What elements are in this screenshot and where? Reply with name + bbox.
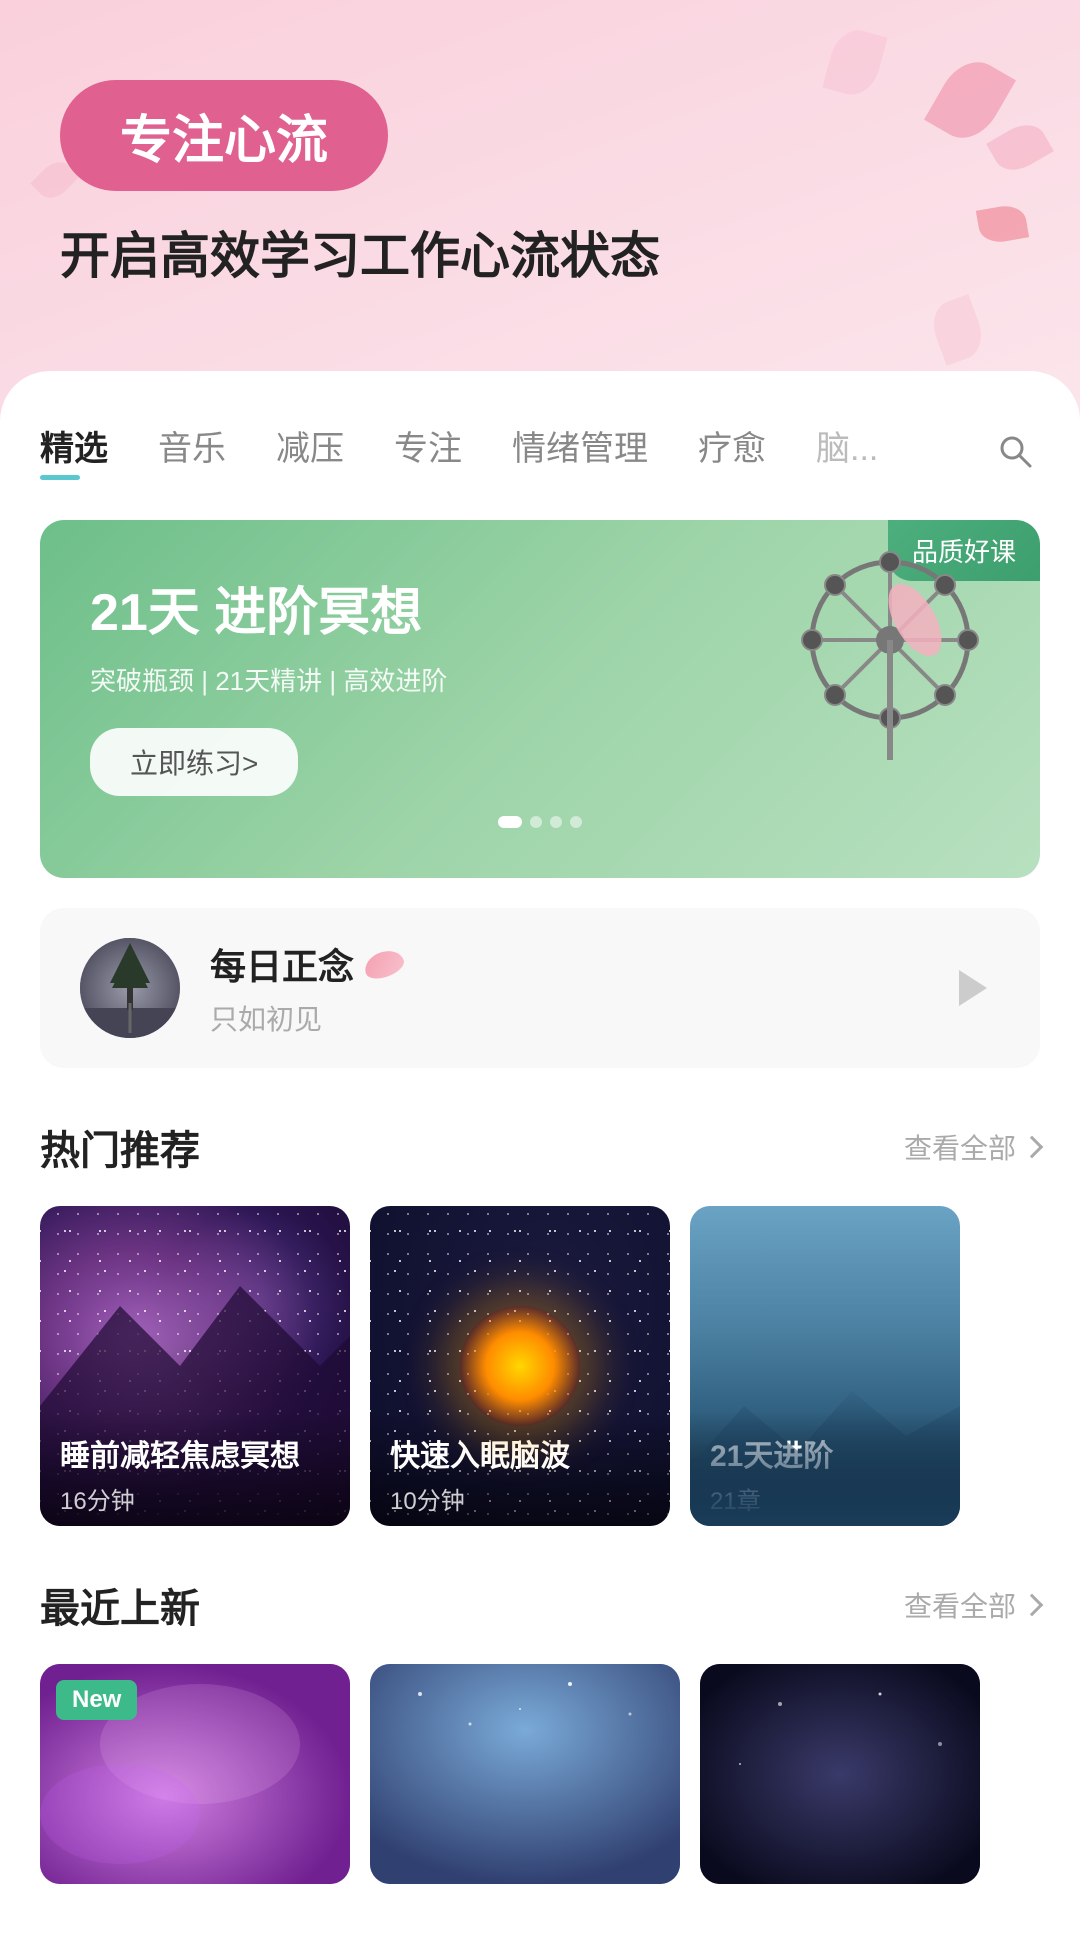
tab-music[interactable]: 音乐 xyxy=(158,421,226,480)
banner-dot-4[interactable] xyxy=(570,816,582,828)
daily-subtitle: 只如初见 xyxy=(210,998,910,1038)
hot-section-title: 热门推荐 xyxy=(40,1118,200,1176)
card-image-3: 21天进阶 21章 xyxy=(690,1206,960,1526)
tab-bar: 精选 音乐 减压 专注 情绪管理 疗愈 脑... xyxy=(40,421,1040,480)
hero-section: 专注心流 开启高效学习工作心流状态 xyxy=(0,0,1080,331)
card-label-1: 睡前减轻焦虑冥想 16分钟 xyxy=(40,1411,350,1526)
card-image-2: 快速入眠脑波 10分钟 xyxy=(370,1206,670,1526)
hot-cards-row: 睡前减轻焦虑冥想 16分钟 快速入眠脑波 10分钟 21天进阶 21章 xyxy=(40,1206,1040,1526)
tab-focus[interactable]: 专注 xyxy=(394,421,462,480)
tab-emotion[interactable]: 情绪管理 xyxy=(512,421,648,480)
banner-tags: 突破瓶颈 | 21天精讲 | 高效进阶 xyxy=(90,661,990,698)
daily-mindful-card: 每日正念 只如初见 xyxy=(40,908,1040,1068)
new-cards-row: New xyxy=(40,1664,1040,1884)
card-meta-3: 21章 xyxy=(710,1481,940,1516)
card-label-3: 21天进阶 21章 xyxy=(690,1411,960,1526)
new-section-more[interactable]: 查看全部 xyxy=(904,1585,1040,1625)
search-button[interactable] xyxy=(990,426,1040,476)
daily-avatar-image xyxy=(80,938,180,1038)
main-card: 精选 音乐 减压 专注 情绪管理 疗愈 脑... 品质好课 21天 进阶冥想 xyxy=(0,371,1080,1934)
hot-card-3[interactable]: 21天进阶 21章 xyxy=(690,1206,960,1526)
banner-dot-2[interactable] xyxy=(530,816,542,828)
tab-healing[interactable]: 疗愈 xyxy=(698,421,766,480)
hot-card-2[interactable]: 快速入眠脑波 10分钟 xyxy=(370,1206,670,1526)
banner-button[interactable]: 立即练习> xyxy=(90,728,298,796)
card-name-1: 睡前减轻焦虑冥想 xyxy=(60,1431,330,1475)
new-badge-1: New xyxy=(56,1680,137,1720)
petal-decoration xyxy=(361,945,407,982)
banner-dot-1[interactable] xyxy=(498,816,522,828)
new-card-3[interactable] xyxy=(700,1664,980,1884)
card-meta-1: 16分钟 xyxy=(60,1481,330,1516)
chevron-right-icon-2 xyxy=(1021,1594,1044,1617)
card-meta-2: 10分钟 xyxy=(390,1481,650,1516)
new-section-title: 最近上新 xyxy=(40,1576,200,1634)
banner-dots xyxy=(90,816,990,828)
chevron-right-icon xyxy=(1021,1136,1044,1159)
new-card-1[interactable]: New xyxy=(40,1664,350,1884)
hero-subtitle: 开启高效学习工作心流状态 xyxy=(60,221,1020,291)
banner-title: 21天 进阶冥想 xyxy=(90,570,990,645)
card-name-3: 21天进阶 xyxy=(710,1431,940,1475)
hero-badge: 专注心流 xyxy=(60,80,388,191)
daily-title: 每日正念 xyxy=(210,938,910,990)
new-section-header: 最近上新 查看全部 xyxy=(40,1576,1040,1634)
daily-info: 每日正念 只如初见 xyxy=(210,938,910,1038)
card-image-1: 睡前减轻焦虑冥想 16分钟 xyxy=(40,1206,350,1526)
banner-dot-3[interactable] xyxy=(550,816,562,828)
banner: 品质好课 21天 进阶冥想 突破瓶颈 | 21天精讲 | 高效进阶 立即练习> xyxy=(40,520,1040,878)
hot-section-header: 热门推荐 查看全部 xyxy=(40,1118,1040,1176)
play-icon xyxy=(959,970,987,1006)
daily-avatar xyxy=(80,938,180,1038)
new-card-2[interactable] xyxy=(370,1664,680,1884)
tab-destress[interactable]: 减压 xyxy=(276,421,344,480)
play-button[interactable] xyxy=(940,958,1000,1018)
hot-section-more[interactable]: 查看全部 xyxy=(904,1127,1040,1167)
card-label-2: 快速入眠脑波 10分钟 xyxy=(370,1411,670,1526)
tab-featured[interactable]: 精选 xyxy=(40,421,108,480)
hot-card-1[interactable]: 睡前减轻焦虑冥想 16分钟 xyxy=(40,1206,350,1526)
tab-brain[interactable]: 脑... xyxy=(816,421,878,480)
card-name-2: 快速入眠脑波 xyxy=(390,1431,650,1475)
